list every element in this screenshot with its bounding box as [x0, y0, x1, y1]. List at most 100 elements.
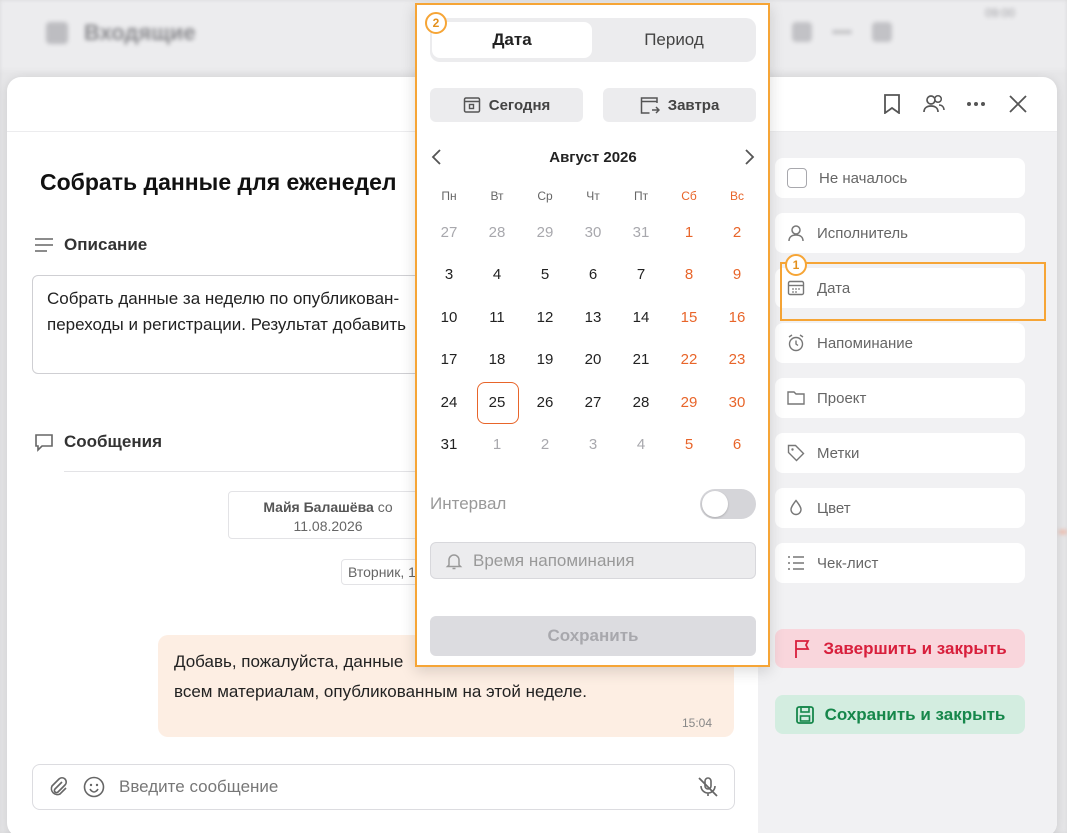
calendar-week: 17 18 19 20 21 22 23 — [425, 339, 761, 382]
calendar-day[interactable]: 18 — [473, 340, 521, 380]
tab-period[interactable]: Период — [594, 22, 754, 58]
alarm-icon — [788, 334, 804, 352]
calendar-day[interactable]: 5 — [521, 255, 569, 295]
status-checkbox[interactable] — [787, 168, 807, 188]
weekday-label: Чт — [586, 189, 600, 203]
calendar-day[interactable]: 2 — [713, 212, 761, 252]
calendar-day[interactable]: 29 — [665, 382, 713, 422]
attach-icon[interactable] — [47, 776, 69, 798]
today-button[interactable]: Сегодня — [430, 88, 583, 122]
calendar-day[interactable]: 8 — [665, 255, 713, 295]
next-month-icon[interactable] — [742, 149, 756, 165]
checklist-icon — [788, 556, 804, 570]
close-icon[interactable] — [1007, 93, 1029, 115]
weekday-row: Пн Вт Ср Чт Пт Сб Вс — [425, 181, 761, 211]
calendar-week: 27 28 29 30 31 1 2 — [425, 211, 761, 254]
interval-label: Интервал — [430, 494, 507, 513]
highlight-badge-2: 2 — [425, 12, 447, 34]
description-field[interactable]: Собрать данные за неделю по опубликован-… — [32, 275, 432, 374]
status-toggle[interactable]: Не началось — [775, 158, 1025, 198]
date-picker: Дата Период Сегодня Завтра Август 2026 П… — [415, 3, 770, 667]
description-label-text: Описание — [64, 235, 148, 254]
tab-date[interactable]: Дата — [432, 22, 592, 58]
header-actions — [881, 93, 1029, 115]
calendar-day[interactable]: 1 — [665, 212, 713, 252]
calendar-day[interactable]: 17 — [425, 340, 473, 380]
background-stripe — [1059, 530, 1067, 534]
messages-label: Сообщения — [34, 432, 162, 452]
calendar-day[interactable]: 27 — [569, 382, 617, 422]
save-button-label: Сохранить и закрыть — [824, 704, 1006, 724]
calendar-day[interactable]: 3 — [425, 255, 473, 295]
calendar-day[interactable]: 16 — [713, 297, 761, 337]
sidebar-item-assignee[interactable]: Исполнитель — [775, 213, 1025, 253]
calendar-day[interactable]: 1 — [473, 425, 521, 465]
task-title[interactable]: Собрать данные для еженедел — [40, 169, 397, 196]
calendar-day[interactable]: 15 — [665, 297, 713, 337]
calendar-day[interactable]: 4 — [473, 255, 521, 295]
sidebar-item-label: Чек-лист — [817, 554, 879, 572]
reminder-time-field[interactable]: Время напоминания — [430, 542, 756, 579]
calendar-day[interactable]: 24 — [425, 382, 473, 422]
calendar-grid: Пн Вт Ср Чт Пт Сб Вс 27 28 29 30 31 1 2 3 4 5 6 7 8 9 10 11 12… — [425, 181, 761, 466]
calendar-day[interactable]: 13 — [569, 297, 617, 337]
mic-off-icon[interactable] — [696, 775, 720, 799]
calendar-day-today[interactable]: 25 — [473, 382, 521, 425]
more-icon[interactable] — [965, 93, 987, 115]
calendar-day[interactable]: 4 — [617, 425, 665, 465]
calendar-day[interactable]: 22 — [665, 340, 713, 380]
calendar-day[interactable]: 26 — [521, 382, 569, 422]
calendar-day[interactable]: 29 — [521, 212, 569, 252]
calendar-day[interactable]: 6 — [569, 255, 617, 295]
message-composer[interactable]: Введите сообщение — [32, 764, 735, 810]
calendar-day[interactable]: 7 — [617, 255, 665, 295]
calendar-day[interactable]: 28 — [617, 382, 665, 422]
calendar-day[interactable]: 10 — [425, 297, 473, 337]
calendar-day[interactable]: 2 — [521, 425, 569, 465]
finish-button-label: Завершить и закрыть — [823, 638, 1007, 658]
background-icon — [872, 22, 892, 42]
sidebar-item-reminder[interactable]: Напоминание — [775, 323, 1025, 363]
messages-divider — [64, 471, 434, 472]
calendar-day[interactable]: 23 — [713, 340, 761, 380]
weekday-label: Пт — [633, 189, 649, 203]
calendar-day[interactable]: 28 — [473, 212, 521, 252]
save-and-close-button[interactable]: Сохранить и закрыть — [775, 695, 1025, 734]
calendar-day[interactable]: 6 — [713, 425, 761, 465]
message-input[interactable]: Введите сообщение — [119, 777, 682, 797]
sidebar-item-checklist[interactable]: Чек-лист — [775, 543, 1025, 583]
calendar-day[interactable]: 19 — [521, 340, 569, 380]
interval-toggle[interactable] — [700, 489, 756, 519]
calendar-day[interactable]: 31 — [425, 425, 473, 465]
calendar-day[interactable]: 27 — [425, 212, 473, 252]
participants-icon[interactable] — [923, 93, 945, 115]
calendar-day[interactable]: 21 — [617, 340, 665, 380]
finish-and-close-button[interactable]: Завершить и закрыть — [775, 629, 1025, 668]
calendar-day[interactable]: 31 — [617, 212, 665, 252]
save-button[interactable]: Сохранить — [430, 616, 756, 656]
calendar-day[interactable]: 3 — [569, 425, 617, 465]
tomorrow-icon — [640, 97, 660, 114]
tag-icon — [787, 444, 805, 462]
background-counter: 09:00 — [984, 6, 1015, 20]
calendar-day[interactable]: 30 — [569, 212, 617, 252]
calendar-day[interactable]: 20 — [569, 340, 617, 380]
sidebar-item-tags[interactable]: Метки — [775, 433, 1025, 473]
save-icon — [795, 705, 814, 724]
calendar-day[interactable]: 5 — [665, 425, 713, 465]
calendar-day[interactable]: 11 — [473, 297, 521, 337]
bookmark-icon[interactable] — [881, 93, 903, 115]
sidebar-item-color[interactable]: Цвет — [775, 488, 1025, 528]
tomorrow-button[interactable]: Завтра — [603, 88, 756, 122]
weekday-label: Ср — [537, 189, 553, 203]
calendar-day[interactable]: 9 — [713, 255, 761, 295]
emoji-icon[interactable] — [83, 776, 105, 798]
interval-row: Интервал — [430, 489, 756, 519]
calendar-day[interactable]: 30 — [713, 382, 761, 422]
calendar-day[interactable]: 14 — [617, 297, 665, 337]
calendar-day[interactable]: 12 — [521, 297, 569, 337]
prev-month-icon[interactable] — [430, 149, 444, 165]
description-label: Описание — [34, 235, 147, 255]
sidebar-item-label: Цвет — [817, 499, 851, 517]
sidebar-item-project[interactable]: Проект — [775, 378, 1025, 418]
